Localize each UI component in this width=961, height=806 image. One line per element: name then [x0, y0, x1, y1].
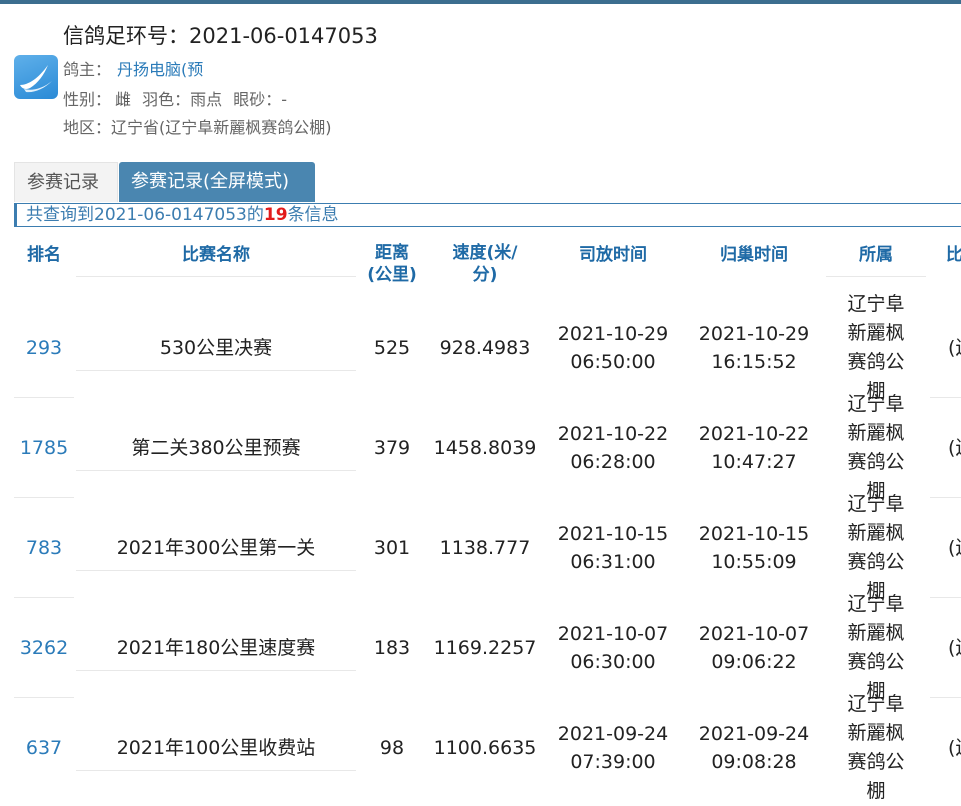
arrival-time: 2021-10-15 10:55:09: [698, 523, 810, 573]
table-row: 1785 第二关380公里预赛 379 1458.8039 2021-10-22…: [0, 393, 961, 502]
count-prefix: 共查询到: [26, 205, 94, 225]
col-truncated: 比: [946, 245, 961, 265]
col-rank: 排名: [27, 245, 61, 265]
count-mid: 的: [246, 205, 264, 225]
release-time: 2021-10-22 06:28:00: [557, 423, 669, 473]
release-time: 2021-10-29 06:50:00: [557, 323, 669, 373]
truncated-cell: (辽 归: [948, 337, 961, 359]
top-accent-bar: [0, 0, 961, 4]
speed: 1169.2257: [433, 637, 537, 659]
truncated-cell: (辽 归: [948, 637, 961, 659]
region-value: 辽宁省(辽宁阜新麗枫赛鸽公棚): [111, 118, 332, 137]
count-ring: 2021-06-0147053: [94, 205, 247, 225]
ring-number-title: 信鸽足环号：2021-06-0147053: [63, 20, 378, 50]
color-value: 雨点: [190, 90, 223, 109]
col-arrival-time: 归巢时间: [720, 245, 788, 265]
table-row: 783 2021年300公里第一关 301 1138.777 2021-10-1…: [0, 493, 961, 602]
rank-link[interactable]: 637: [14, 698, 74, 798]
eye-label: 眼砂：: [233, 90, 282, 109]
gender-value: 雌: [115, 90, 132, 109]
distance: 525: [373, 337, 411, 359]
header-underline: [826, 276, 926, 277]
race-name: 第二关380公里预赛: [131, 437, 301, 459]
speed: 1458.8039: [433, 437, 537, 459]
org: 辽宁阜新麗枫赛鸽公棚: [847, 693, 905, 802]
truncated-cell: (辽 归: [948, 537, 961, 559]
org: 辽宁阜新麗枫赛鸽公棚: [847, 493, 905, 602]
distance: 301: [373, 537, 411, 559]
distance: 183: [373, 637, 411, 659]
row-divider: [76, 470, 356, 471]
arrival-time: 2021-10-29 16:15:52: [698, 323, 810, 373]
org: 辽宁阜新麗枫赛鸽公棚: [847, 393, 905, 502]
region-label: 地区：: [63, 118, 112, 137]
ring-number: 2021-06-0147053: [189, 24, 378, 48]
table-row: 293 530公里决赛 525 928.4983 2021-10-29 06:5…: [0, 293, 961, 402]
pigeon-info-header: 信鸽足环号：2021-06-0147053 鸽主： 丹扬电脑(预 性别：雌 羽色：…: [0, 14, 961, 144]
row-divider: [76, 370, 356, 371]
distance: 98: [379, 737, 405, 759]
rank-link[interactable]: 3262: [14, 598, 74, 698]
arrival-time: 2021-09-24 09:08:28: [698, 723, 810, 773]
release-time: 2021-09-24 07:39:00: [557, 723, 669, 773]
truncated-cell: (辽 归: [948, 737, 961, 759]
race-name: 2021年100公里收费站: [116, 737, 316, 759]
result-count: 19: [263, 205, 288, 225]
speed: 928.4983: [439, 337, 531, 359]
pigeon-logo-icon: [14, 55, 58, 99]
table-header: 排名 比赛名称 距离(公里) 速度(米/分) 司放时间 归巢时间 所属 比: [0, 230, 961, 298]
col-release-time: 司放时间: [579, 245, 647, 265]
truncated-cell: (辽 归: [948, 437, 961, 459]
arrival-time: 2021-10-07 09:06:22: [698, 623, 810, 673]
col-race-name: 比赛名称: [182, 245, 250, 265]
rank-link[interactable]: 1785: [14, 398, 74, 498]
org: 辽宁阜新麗枫赛鸽公棚: [847, 593, 905, 702]
tab-race-records-fullscreen[interactable]: 参赛记录(全屏模式): [119, 162, 315, 202]
owner-label: 鸽主：: [63, 60, 112, 79]
result-count-bar: 共查询到2021-06-0147053的19条信息: [14, 203, 961, 227]
eye-value: -: [281, 90, 288, 109]
color-label: 羽色：: [142, 90, 191, 109]
row-divider: [76, 670, 356, 671]
speed: 1100.6635: [433, 737, 537, 759]
org: 辽宁阜新麗枫赛鸽公棚: [847, 293, 905, 402]
count-suffix: 条信息: [287, 205, 339, 225]
region-line: 地区：辽宁省(辽宁阜新麗枫赛鸽公棚): [63, 114, 332, 138]
attributes-line: 性别：雌 羽色：雨点 眼砂：-: [63, 86, 287, 110]
race-name: 2021年300公里第一关: [116, 537, 316, 559]
col-org: 所属: [859, 245, 893, 265]
gender-label: 性别：: [63, 90, 112, 109]
race-name: 2021年180公里速度赛: [116, 637, 316, 659]
table-row: 637 2021年100公里收费站 98 1100.6635 2021-09-2…: [0, 693, 961, 802]
owner-link[interactable]: 丹扬电脑(预: [117, 60, 203, 79]
distance: 379: [373, 437, 411, 459]
tab-race-records[interactable]: 参赛记录: [14, 162, 118, 202]
col-speed: 速度(米/分): [452, 243, 518, 285]
rank-link[interactable]: 293: [14, 298, 74, 398]
ring-label: 信鸽足环号：: [63, 24, 189, 48]
table-row: 3262 2021年180公里速度赛 183 1169.2257 2021-10…: [0, 593, 961, 702]
race-name: 530公里决赛: [159, 337, 273, 359]
release-time: 2021-10-07 06:30:00: [557, 623, 669, 673]
speed: 1138.777: [439, 537, 531, 559]
release-time: 2021-10-15 06:31:00: [557, 523, 669, 573]
col-distance: 距离(公里): [367, 243, 417, 285]
header-underline: [76, 276, 356, 277]
record-tabs: 参赛记录 参赛记录(全屏模式): [14, 162, 961, 202]
arrival-time: 2021-10-22 10:47:27: [698, 423, 810, 473]
owner-line: 鸽主： 丹扬电脑(预: [63, 56, 203, 80]
row-divider: [76, 570, 356, 571]
rank-link[interactable]: 783: [14, 498, 74, 598]
row-divider: [76, 770, 356, 771]
